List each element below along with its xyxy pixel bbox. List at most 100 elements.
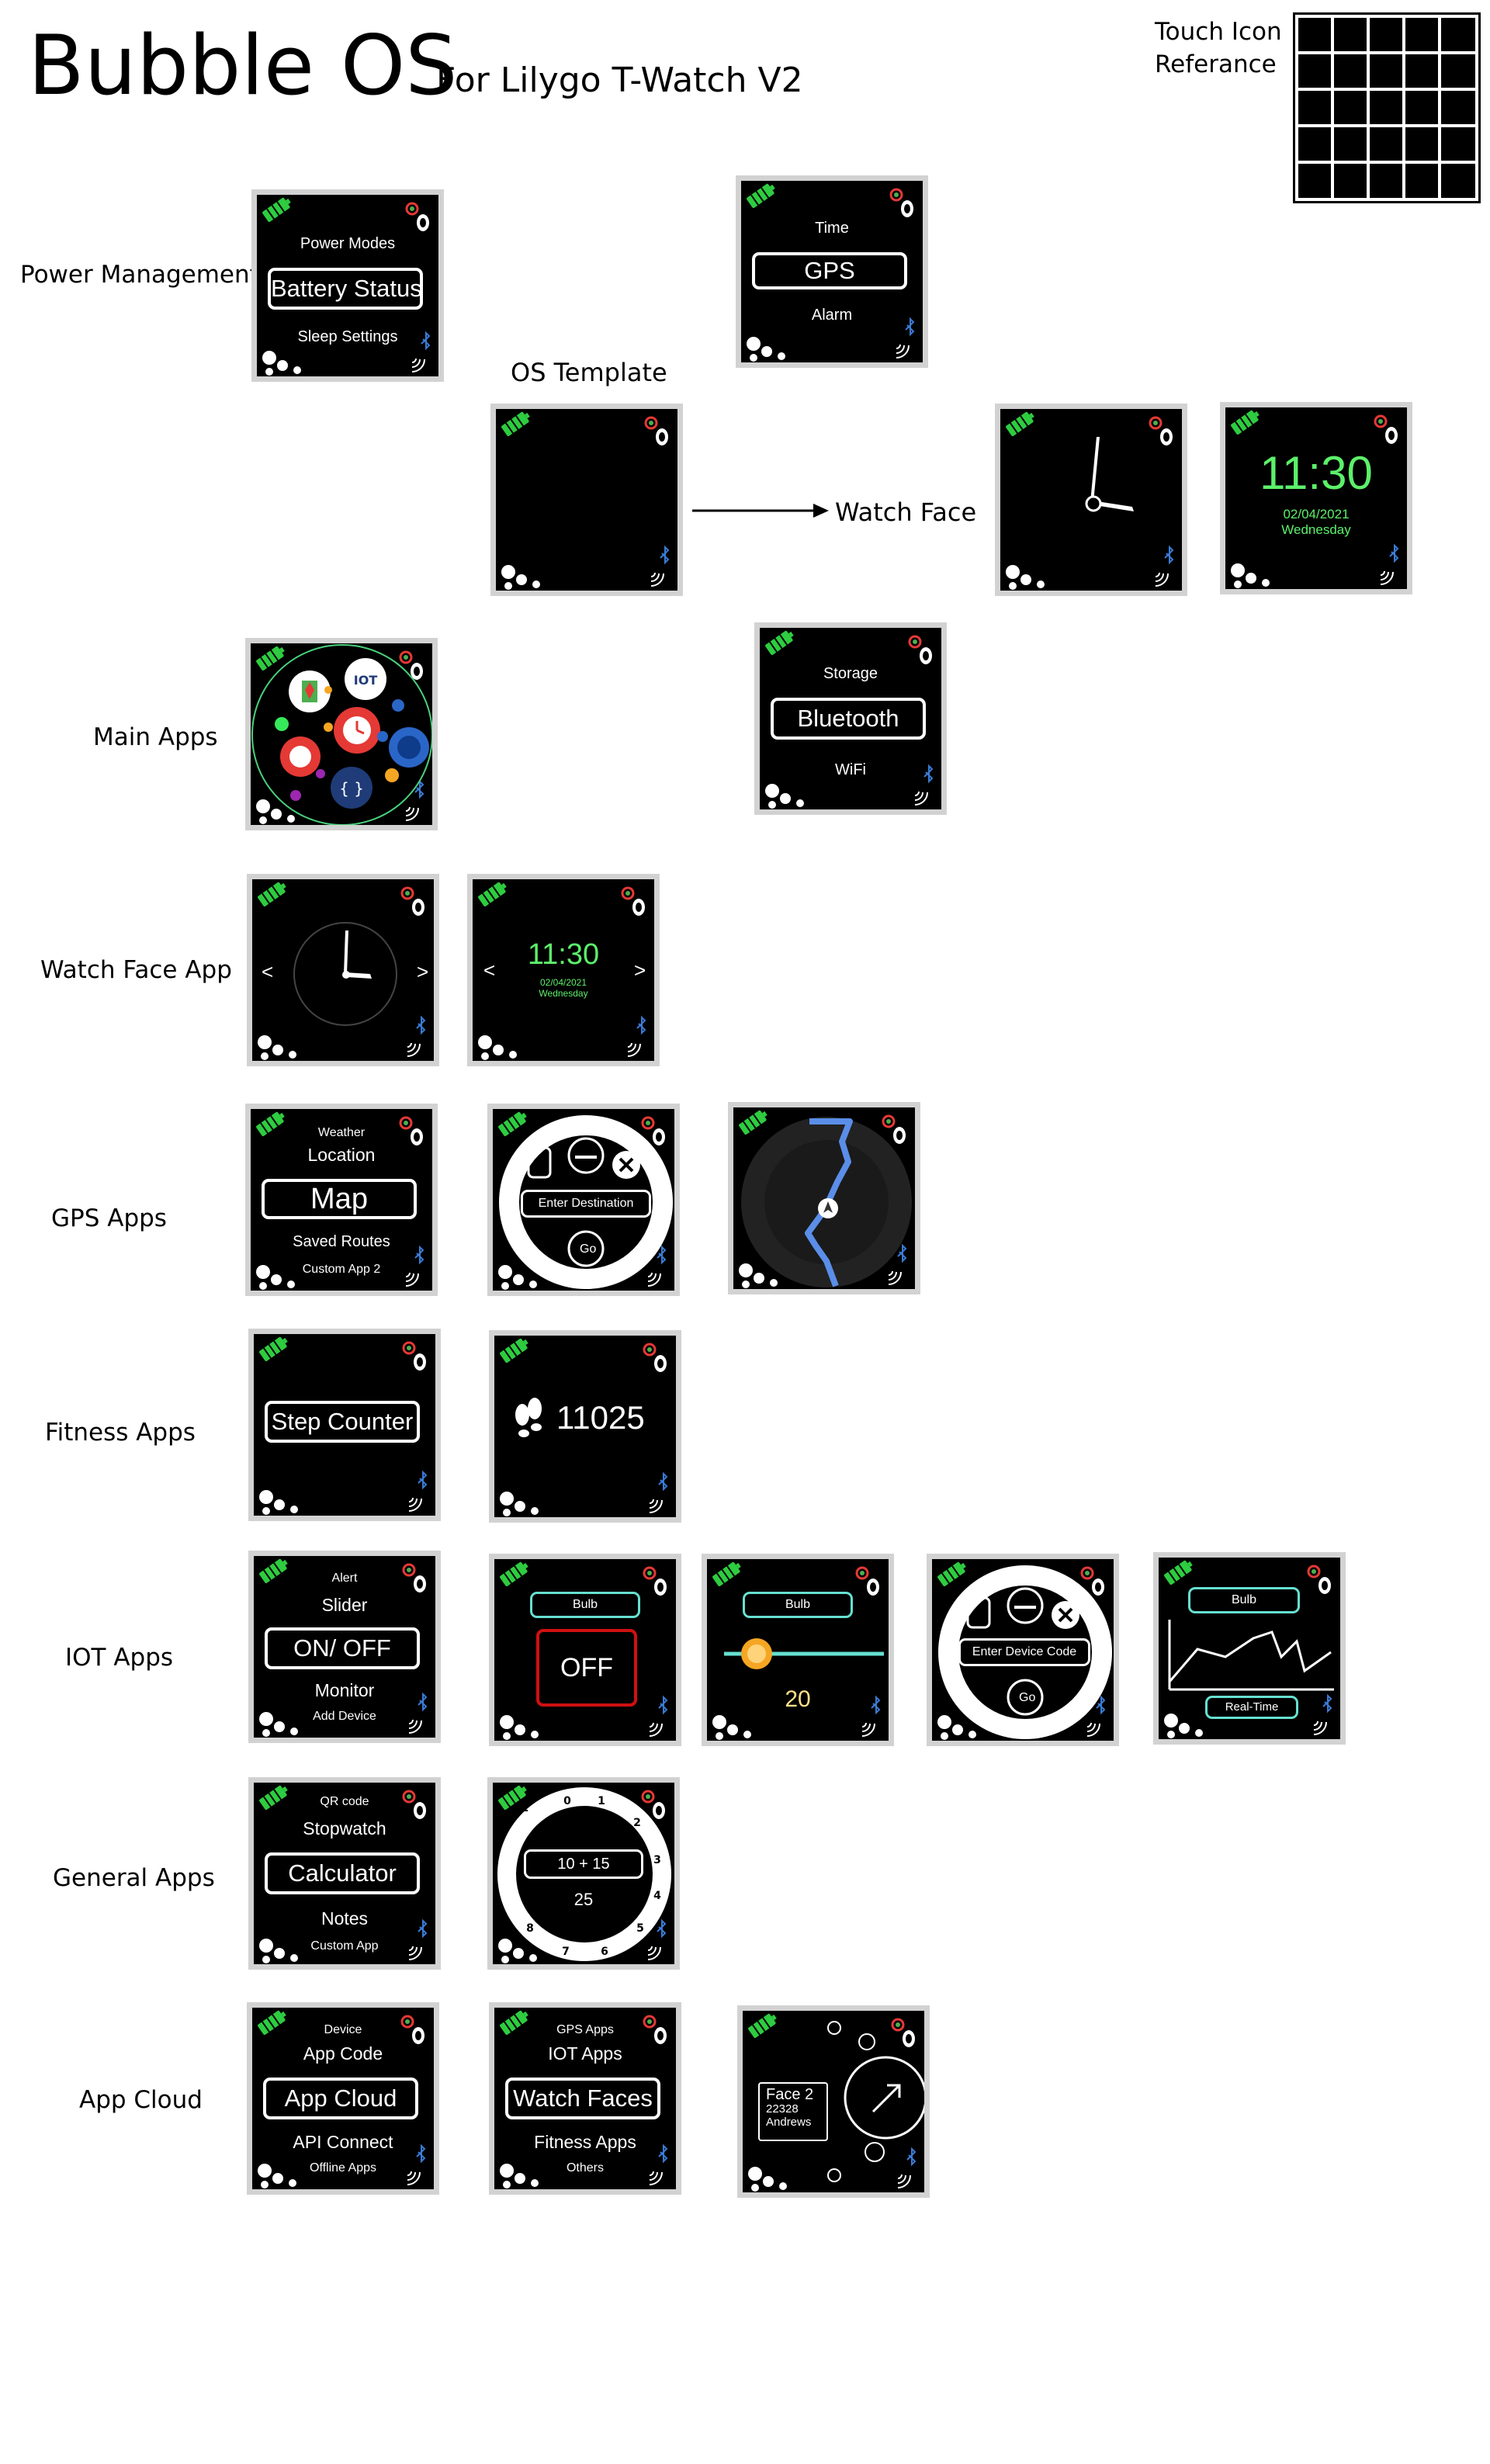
wifi-icon [650, 572, 664, 587]
screen-os-template [490, 404, 683, 596]
screen-face-app-analog[interactable]: < > [247, 874, 439, 1066]
touch-grid-svg [1298, 18, 1475, 198]
menu-item-add-device[interactable]: Add Device [254, 1710, 435, 1724]
menu-item-offline-apps[interactable]: Offline Apps [252, 2161, 434, 2175]
menu-item-device[interactable]: Device [252, 2023, 434, 2037]
toggle-off-button[interactable]: OFF [536, 1629, 637, 1707]
screen-iot-slider[interactable]: Bulb 20 [702, 1554, 894, 1746]
screen-iot-monitor[interactable]: Bulb Real-Time [1153, 1552, 1346, 1745]
vibrate-icon [901, 200, 913, 217]
menu-item-weather[interactable]: Weather [251, 1126, 432, 1140]
bubble-dots-icon [501, 565, 540, 590]
real-time-button[interactable]: Real-Time [1205, 1696, 1298, 1719]
screen-face-store[interactable]: Face 2 22328 Andrews [737, 2005, 930, 2198]
prev-face-button[interactable]: < [483, 958, 495, 982]
menu-item-time[interactable]: Time [741, 220, 923, 237]
screen-power-menu[interactable]: Power Modes Battery Status Sleep Setting… [251, 189, 444, 382]
menu-item-alert[interactable]: Alert [254, 1572, 435, 1585]
screen-analog-face [995, 404, 1187, 596]
screen-gps-route [728, 1102, 920, 1294]
menu-item-iot-apps[interactable]: IOT Apps [494, 2043, 676, 2064]
wifi-icon [914, 791, 928, 806]
brightness-slider[interactable] [707, 1559, 889, 1741]
go-button[interactable]: Go [580, 1242, 596, 1256]
notification-icon [405, 202, 419, 216]
screen-digital-face: 11:30 02/04/2021 Wednesday [1220, 402, 1412, 594]
screen-fitness-menu[interactable]: Step Counter [248, 1329, 441, 1521]
analog-clock-hands [1085, 437, 1134, 512]
calc-result: 25 [573, 1890, 594, 1909]
menu-item-stopwatch[interactable]: Stopwatch [254, 1818, 435, 1839]
menu-item-fitness-apps[interactable]: Fitness Apps [494, 2132, 676, 2153]
row-label-main-apps: Main Apps [93, 723, 218, 751]
prev-face-button[interactable]: < [262, 960, 273, 984]
menu-selected-app-cloud[interactable]: App Cloud [263, 2078, 418, 2119]
menu-item-gps-apps[interactable]: GPS Apps [494, 2023, 676, 2037]
face-info-card[interactable]: Face 2 22328 Andrews [758, 2082, 828, 2141]
screen-cloud-menu-2[interactable]: GPS Apps IOT Apps Watch Faces Fitness Ap… [489, 2002, 681, 2195]
screen-iot-switch[interactable]: Bulb OFF [489, 1554, 681, 1746]
menu-item-location[interactable]: Location [251, 1145, 432, 1166]
screen-cloud-menu-1[interactable]: Device App Code App Cloud API Connect Of… [247, 2002, 439, 2195]
menu-selected-calculator[interactable]: Calculator [265, 1852, 420, 1894]
destination-input[interactable]: Enter Destination [521, 1190, 651, 1218]
wifi-icon [408, 1497, 422, 1512]
touch-ref-line1: Touch Icon [1155, 18, 1282, 46]
battery-icon [478, 882, 507, 906]
notification-icon [1374, 414, 1388, 428]
screen-iot-menu[interactable]: Alert Slider ON/ OFF Monitor Add Device [248, 1551, 441, 1743]
screen-storage-menu[interactable]: Storage Bluetooth WiFi [754, 622, 947, 815]
screen-calculator[interactable]: 012 345 678 x/- 10 + 15 25 [487, 1777, 680, 1970]
os-template-label: OS Template [511, 358, 667, 387]
menu-item-saved-routes[interactable]: Saved Routes [251, 1233, 432, 1251]
bluetooth-icon [660, 545, 670, 565]
notification-icon [644, 416, 658, 430]
menu-item-power-modes[interactable]: Power Modes [257, 235, 438, 253]
menu-item-monitor[interactable]: Monitor [254, 1680, 435, 1701]
menu-item-storage[interactable]: Storage [760, 665, 941, 683]
menu-selected-gps[interactable]: GPS [752, 252, 907, 289]
menu-selected-watch-faces[interactable]: Watch Faces [505, 2078, 660, 2119]
menu-item-alarm[interactable]: Alarm [741, 307, 923, 324]
touch-ref-line2: Referance [1155, 50, 1277, 78]
menu-item-custom-app-2[interactable]: Custom App 2 [251, 1263, 432, 1277]
top-dot-icon [827, 2021, 841, 2035]
menu-selected-battery-status[interactable]: Battery Status [268, 268, 423, 310]
vibrate-icon [417, 214, 429, 231]
watch-face-label: Watch Face [835, 497, 977, 527]
screen-time-menu[interactable]: Time GPS Alarm [736, 175, 928, 368]
vibrate-icon [632, 899, 645, 916]
bluetooth-icon [1389, 543, 1399, 563]
screen-gps-entry[interactable]: Enter Destination Go [487, 1104, 680, 1296]
svg-text:IOT: IOT [354, 673, 378, 688]
slider-value: 20 [785, 1686, 811, 1712]
screen-main-apps[interactable]: IOT { } [245, 638, 438, 830]
svg-text:{ }: { } [339, 779, 364, 798]
menu-item-app-code[interactable]: App Code [252, 2043, 434, 2064]
go-button[interactable]: Go [1019, 1691, 1035, 1705]
menu-selected-map[interactable]: Map [262, 1179, 417, 1219]
screen-gps-menu[interactable]: Weather Location Map Saved Routes Custom… [245, 1104, 438, 1296]
menu-item-qr-code[interactable]: QR code [254, 1795, 435, 1809]
vibrate-icon [1385, 427, 1398, 444]
device-code-input[interactable]: Enter Device Code [958, 1638, 1090, 1666]
face-id: 22328 [766, 2102, 799, 2116]
screen-general-menu[interactable]: QR code Stopwatch Calculator Notes Custo… [248, 1777, 441, 1970]
menu-item-api-connect[interactable]: API Connect [252, 2132, 434, 2153]
menu-item-sleep-settings[interactable]: Sleep Settings [257, 328, 438, 346]
next-face-button[interactable]: > [417, 960, 428, 984]
row-label-fitness-apps: Fitness Apps [45, 1419, 196, 1447]
menu-item-others[interactable]: Others [494, 2161, 676, 2175]
menu-item-notes[interactable]: Notes [254, 1908, 435, 1929]
next-face-button[interactable]: > [634, 958, 646, 982]
battery-icon [1231, 410, 1260, 435]
menu-item-wifi[interactable]: WiFi [760, 761, 941, 779]
screen-iot-entry[interactable]: Enter Device Code Go [927, 1554, 1119, 1746]
screen-face-app-digital[interactable]: 11:30 02/04/2021 Wednesday < > [467, 874, 660, 1066]
menu-item-custom-app[interactable]: Custom App [254, 1939, 435, 1953]
notification-icon [908, 635, 922, 649]
menu-item-slider[interactable]: Slider [254, 1595, 435, 1616]
menu-selected-on-off[interactable]: ON/ OFF [265, 1627, 420, 1669]
menu-selected-bluetooth[interactable]: Bluetooth [771, 698, 926, 740]
menu-selected-step-counter[interactable]: Step Counter [265, 1401, 420, 1443]
